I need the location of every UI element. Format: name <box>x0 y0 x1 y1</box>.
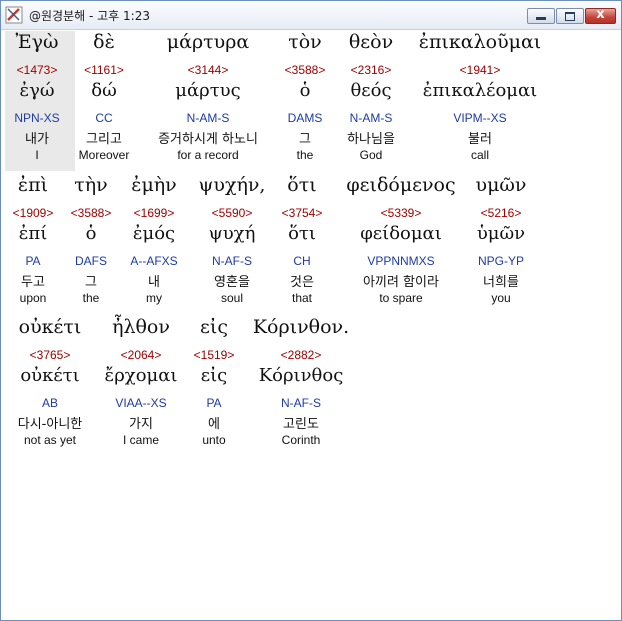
parsing-code: N-AM-S <box>186 111 230 125</box>
strong-number[interactable]: <3765> <box>1 348 105 362</box>
strong-number[interactable]: <5339> <box>333 206 469 220</box>
interlinear-content[interactable]: Ἐγὼ <1473> ἐγώ NPN-XS 내가 I δὲ <1161> δώ … <box>3 30 619 618</box>
strong-number[interactable]: <3754> <box>264 206 340 220</box>
lexical-form: οὐκέτι <box>20 365 80 386</box>
lexical-form: εἰς <box>200 365 228 386</box>
parsing-code: VIPM--XS <box>453 111 507 125</box>
verse-line-3: οὐκέτι <3765> οὐκέτι AB 다시-아니한 not as ye… <box>3 315 619 455</box>
english-gloss: Moreover <box>78 148 130 162</box>
strong-number[interactable]: <1519> <box>176 348 252 362</box>
english-gloss: for a record <box>177 148 239 162</box>
english-gloss: I came <box>122 433 159 447</box>
english-gloss: God <box>359 148 383 162</box>
strong-number[interactable]: <1941> <box>405 63 555 77</box>
korean-gloss: 가지 <box>129 417 153 432</box>
korean-gloss: 아끼려 함이라 <box>363 275 439 290</box>
greek-word: θεὸν <box>348 31 394 53</box>
korean-gloss: 에 <box>208 417 220 432</box>
greek-word: ἦλθον <box>112 316 170 338</box>
lexical-form: ἐμός <box>132 223 176 244</box>
strong-number[interactable]: <3144> <box>151 63 265 77</box>
greek-word: υμῶν <box>475 174 527 196</box>
greek-word: Κόρινθον. <box>252 316 350 338</box>
parsing-code: VPPNNMXS <box>367 254 435 268</box>
parsing-code: A--AFXS <box>130 254 178 268</box>
korean-gloss: 그리고 <box>86 132 122 147</box>
lexical-form: ἔρχομαι <box>104 365 178 386</box>
minimize-icon <box>536 17 546 20</box>
parsing-code: N-AF-S <box>212 254 252 268</box>
greek-word: φειδόμενος <box>346 174 456 196</box>
minimize-button[interactable] <box>527 8 555 24</box>
korean-gloss: 너희를 <box>483 275 519 290</box>
english-gloss: not as yet <box>23 433 77 447</box>
lexical-form: ψυχή <box>208 223 256 244</box>
strong-number[interactable]: <1699> <box>114 206 194 220</box>
lexical-form: μάρτυς <box>175 80 241 101</box>
close-button[interactable]: x <box>585 7 616 24</box>
korean-gloss: 내 <box>148 275 160 290</box>
lexical-form: ὑμῶν <box>476 223 526 244</box>
korean-gloss: 것은 <box>290 275 314 290</box>
english-gloss: my <box>146 291 162 305</box>
greek-word: μάρτυρα <box>166 31 250 53</box>
verse-line-2: ἐπὶ <1909> ἐπί PA 두고 upon τὴν <3588> ὁ D… <box>3 173 619 313</box>
greek-word: οὐκέτι <box>18 316 82 338</box>
english-gloss: Corinth <box>281 433 321 447</box>
greek-word: ἐπικαλοῦμαι <box>418 31 542 53</box>
strong-number[interactable]: <2064> <box>96 348 186 362</box>
app-icon <box>5 6 23 24</box>
korean-gloss: 불러 <box>468 132 492 147</box>
close-icon: x <box>596 7 605 22</box>
lexical-form: θεός <box>350 80 392 101</box>
lexical-form: ὅτι <box>288 223 316 244</box>
verse-line-1: Ἐγὼ <1473> ἐγώ NPN-XS 내가 I δὲ <1161> δώ … <box>3 30 619 170</box>
lexical-form: Κόρινθος <box>258 365 344 386</box>
parsing-code: NPG-YP <box>477 254 524 268</box>
english-gloss: call <box>470 148 489 162</box>
parsing-code: PA <box>206 396 222 410</box>
lexical-form: φείδομαι <box>360 223 442 244</box>
english-gloss: unto <box>202 433 226 447</box>
lexical-form: ἐπικαλέομαι <box>422 80 538 101</box>
window-title: @원경분해 - 고후 1:23 <box>29 9 150 23</box>
greek-word: ὅτι <box>287 174 317 196</box>
korean-gloss: 영혼을 <box>214 275 250 290</box>
korean-gloss: 고린도 <box>283 417 319 432</box>
parsing-code: VIAA--XS <box>115 396 167 410</box>
greek-word: δὲ <box>93 31 115 53</box>
strong-number[interactable]: <1161> <box>49 63 159 77</box>
parsing-code: AB <box>41 396 58 410</box>
maximize-icon <box>565 12 575 21</box>
english-gloss: that <box>291 291 312 305</box>
maximize-button[interactable] <box>556 8 584 24</box>
strong-number[interactable]: <2316> <box>332 63 410 77</box>
strong-number[interactable]: <5216> <box>461 206 541 220</box>
parsing-code: CH <box>293 254 311 268</box>
korean-gloss: 증거하시게 하노니 <box>158 132 258 147</box>
english-gloss: soul <box>220 291 243 305</box>
greek-word: εἰς <box>200 316 228 338</box>
parsing-code: CC <box>95 111 113 125</box>
app-window: @원경분해 - 고후 1:23 x Ἐγὼ <1473> ἐγώ NPN-XS … <box>0 0 622 621</box>
english-gloss: you <box>491 291 511 305</box>
strong-number[interactable]: <5590> <box>190 206 274 220</box>
greek-word: ψυχήν, <box>198 174 266 196</box>
korean-gloss: 다시-아니한 <box>17 417 83 432</box>
korean-gloss: 하나님을 <box>347 132 395 147</box>
english-gloss: to spare <box>379 291 423 305</box>
title-bar[interactable]: @원경분해 - 고후 1:23 x <box>1 1 621 30</box>
lexical-form: δώ <box>91 80 117 101</box>
parsing-code: N-AF-S <box>281 396 321 410</box>
parsing-code: N-AM-S <box>349 111 393 125</box>
strong-number[interactable]: <2882> <box>246 348 356 362</box>
greek-word: ἐμὴν <box>131 174 177 196</box>
